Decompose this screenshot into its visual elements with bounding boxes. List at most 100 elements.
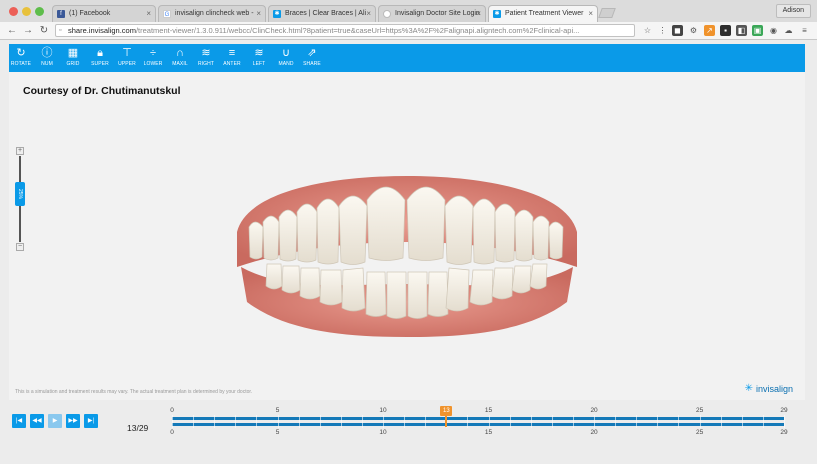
invisalign-icon: ✱ [493, 10, 501, 18]
cloud-icon[interactable]: ☁ [783, 25, 794, 36]
tab-facebook[interactable]: f (1) Facebook × [52, 5, 156, 22]
prev-stage-button[interactable]: ◀◀ [30, 414, 44, 428]
timeline-tick [467, 415, 469, 428]
maxil-button[interactable]: ∩ MAXIL [169, 46, 191, 72]
timeline-tick [594, 415, 596, 428]
mand-button[interactable]: ∪ MAND [275, 46, 297, 72]
rotate-button[interactable]: ↻ ROTATE [10, 46, 32, 72]
timeline-tick [572, 415, 574, 428]
timeline-tick [720, 415, 722, 428]
rotate-icon: ↻ [16, 47, 26, 59]
right-view-button[interactable]: ≋ RIGHT [195, 46, 217, 72]
zoom-in-button[interactable]: + [16, 147, 24, 155]
first-stage-icon: |◀ [15, 418, 23, 424]
prev-stage-icon: ◀◀ [32, 418, 42, 424]
tab-label: Invisalign Doctor Site Login [395, 10, 480, 17]
current-stage-pin[interactable] [445, 416, 448, 427]
tab-braces[interactable]: ✱ Braces | Clear Braces | Ali × [268, 5, 376, 22]
left-view-button[interactable]: ≋ LEFT [248, 46, 270, 72]
timeline-tick [319, 415, 321, 428]
navigation-bar: ← → ↻ ▫ share.invisalign.com/treatment-v… [0, 22, 817, 40]
upper-tick-label: 10 [379, 407, 387, 414]
close-window-button[interactable] [9, 7, 18, 16]
play-button[interactable]: ▶ [48, 414, 62, 428]
timeline-tick [530, 415, 532, 428]
new-tab-button[interactable] [598, 8, 616, 18]
tab-google-search[interactable]: G invisalign clincheck web - × [158, 5, 266, 22]
close-tab-icon[interactable]: × [146, 9, 151, 18]
zoom-handle[interactable]: 25% [15, 182, 25, 206]
anterior-view-button[interactable]: ≡ ANTER [221, 46, 243, 72]
right-icon: ≋ [201, 47, 211, 59]
mandible-icon: ∪ [281, 47, 291, 59]
tab-doctor-login[interactable]: Invisalign Doctor Site Login × [378, 5, 486, 22]
maxil-icon: ∩ [176, 47, 184, 59]
address-bar[interactable]: ▫ share.invisalign.com/treatment-viewer/… [55, 24, 635, 37]
grid-icon: ▦ [67, 47, 79, 59]
playback-controls: |◀ ◀◀ ▶ ▶▶ ▶| 13/29 0 0 5 5 10 10 15 15 20 20 25 25… [9, 404, 805, 438]
profile-button[interactable]: Adison [775, 4, 811, 18]
timeline-tick [636, 415, 638, 428]
reload-icon[interactable]: ↻ [38, 24, 50, 37]
upper-tick-label: 29 [780, 407, 788, 414]
viewer-toolbar: ↻ ROTATE ⓘ NUM ▦ GRID 🔒︎ SUPER ⊤ UPPER ÷… [9, 44, 805, 72]
menu-dots-icon[interactable]: ⋮ [657, 25, 668, 36]
maximize-window-button[interactable] [35, 7, 44, 16]
extension-green-icon[interactable]: ▣ [752, 25, 763, 36]
loading-icon [383, 10, 391, 18]
treatment-viewer[interactable]: Courtesy of Dr. Chutimanutskul + 25% − T… [9, 72, 805, 400]
upper-tick-label: 25 [695, 407, 704, 414]
extension-icon[interactable]: ◼ [672, 25, 683, 36]
timeline-tick [488, 415, 490, 428]
next-stage-icon: ▶▶ [68, 418, 78, 424]
bookmark-star-icon[interactable]: ☆ [642, 25, 653, 36]
next-stage-button[interactable]: ▶▶ [66, 414, 80, 428]
courtesy-label: Courtesy of Dr. Chutimanutskul [23, 85, 181, 97]
timeline-tick [762, 415, 764, 428]
lower-tick-label: 10 [379, 429, 387, 436]
anterior-icon: ≡ [228, 47, 236, 59]
gear-icon[interactable]: ⚙ [688, 25, 699, 36]
timeline-tick [784, 415, 785, 428]
share-button[interactable]: ⇗ SHARE [301, 46, 323, 72]
grid-button[interactable]: ▦ GRID [62, 46, 84, 72]
last-stage-button[interactable]: ▶| [84, 414, 98, 428]
tab-patient-viewer[interactable]: ✱ Patient Treatment Viewer × [488, 5, 598, 22]
timeline-tick [551, 415, 553, 428]
info-icon: ⓘ [41, 47, 53, 59]
hamburger-menu-icon[interactable]: ≡ [799, 25, 810, 36]
lower-icon: ÷ [149, 47, 157, 59]
play-icon: ▶ [52, 418, 58, 424]
timeline-tick [383, 415, 385, 428]
close-tab-icon[interactable]: × [588, 9, 593, 18]
extension-circle-icon[interactable]: ◉ [768, 25, 779, 36]
super-button[interactable]: 🔒︎ SUPER [89, 46, 111, 72]
dental-model[interactable] [227, 172, 587, 342]
close-tab-icon[interactable]: × [256, 9, 261, 18]
extension-dark-icon[interactable]: ▪ [720, 25, 731, 36]
upper-timeline-track[interactable] [172, 417, 784, 420]
lower-tick-label: 29 [780, 429, 788, 436]
minimize-window-button[interactable] [22, 7, 31, 16]
invisalign-logo-icon: ✳ [744, 383, 753, 394]
extension-square-icon[interactable]: ◧ [736, 25, 747, 36]
upper-button[interactable]: ⊤ UPPER [116, 46, 138, 72]
zoom-out-button[interactable]: − [16, 243, 24, 251]
lower-timeline-track[interactable] [172, 423, 784, 426]
extension-chart-icon[interactable]: ↗ [704, 25, 715, 36]
tab-label: Patient Treatment Viewer [505, 10, 584, 17]
forward-arrow-icon[interactable]: → [22, 24, 34, 37]
lower-tick-label: 20 [590, 429, 598, 436]
close-tab-icon[interactable]: × [366, 9, 371, 18]
close-tab-icon[interactable]: × [476, 9, 481, 18]
upper-tick-label: 15 [484, 407, 493, 414]
left-icon: ≋ [254, 47, 264, 59]
last-stage-icon: ▶| [87, 418, 95, 424]
back-arrow-icon[interactable]: ← [6, 24, 18, 37]
lower-button[interactable]: ÷ LOWER [142, 46, 164, 72]
current-stage-marker[interactable]: 13 [440, 406, 453, 416]
first-stage-button[interactable]: |◀ [12, 414, 26, 428]
stage-timeline[interactable]: 0 0 5 5 10 10 15 15 20 20 25 25 29 29 13 [170, 406, 788, 436]
timeline-tick [678, 415, 680, 428]
num-button[interactable]: ⓘ NUM [36, 46, 58, 72]
